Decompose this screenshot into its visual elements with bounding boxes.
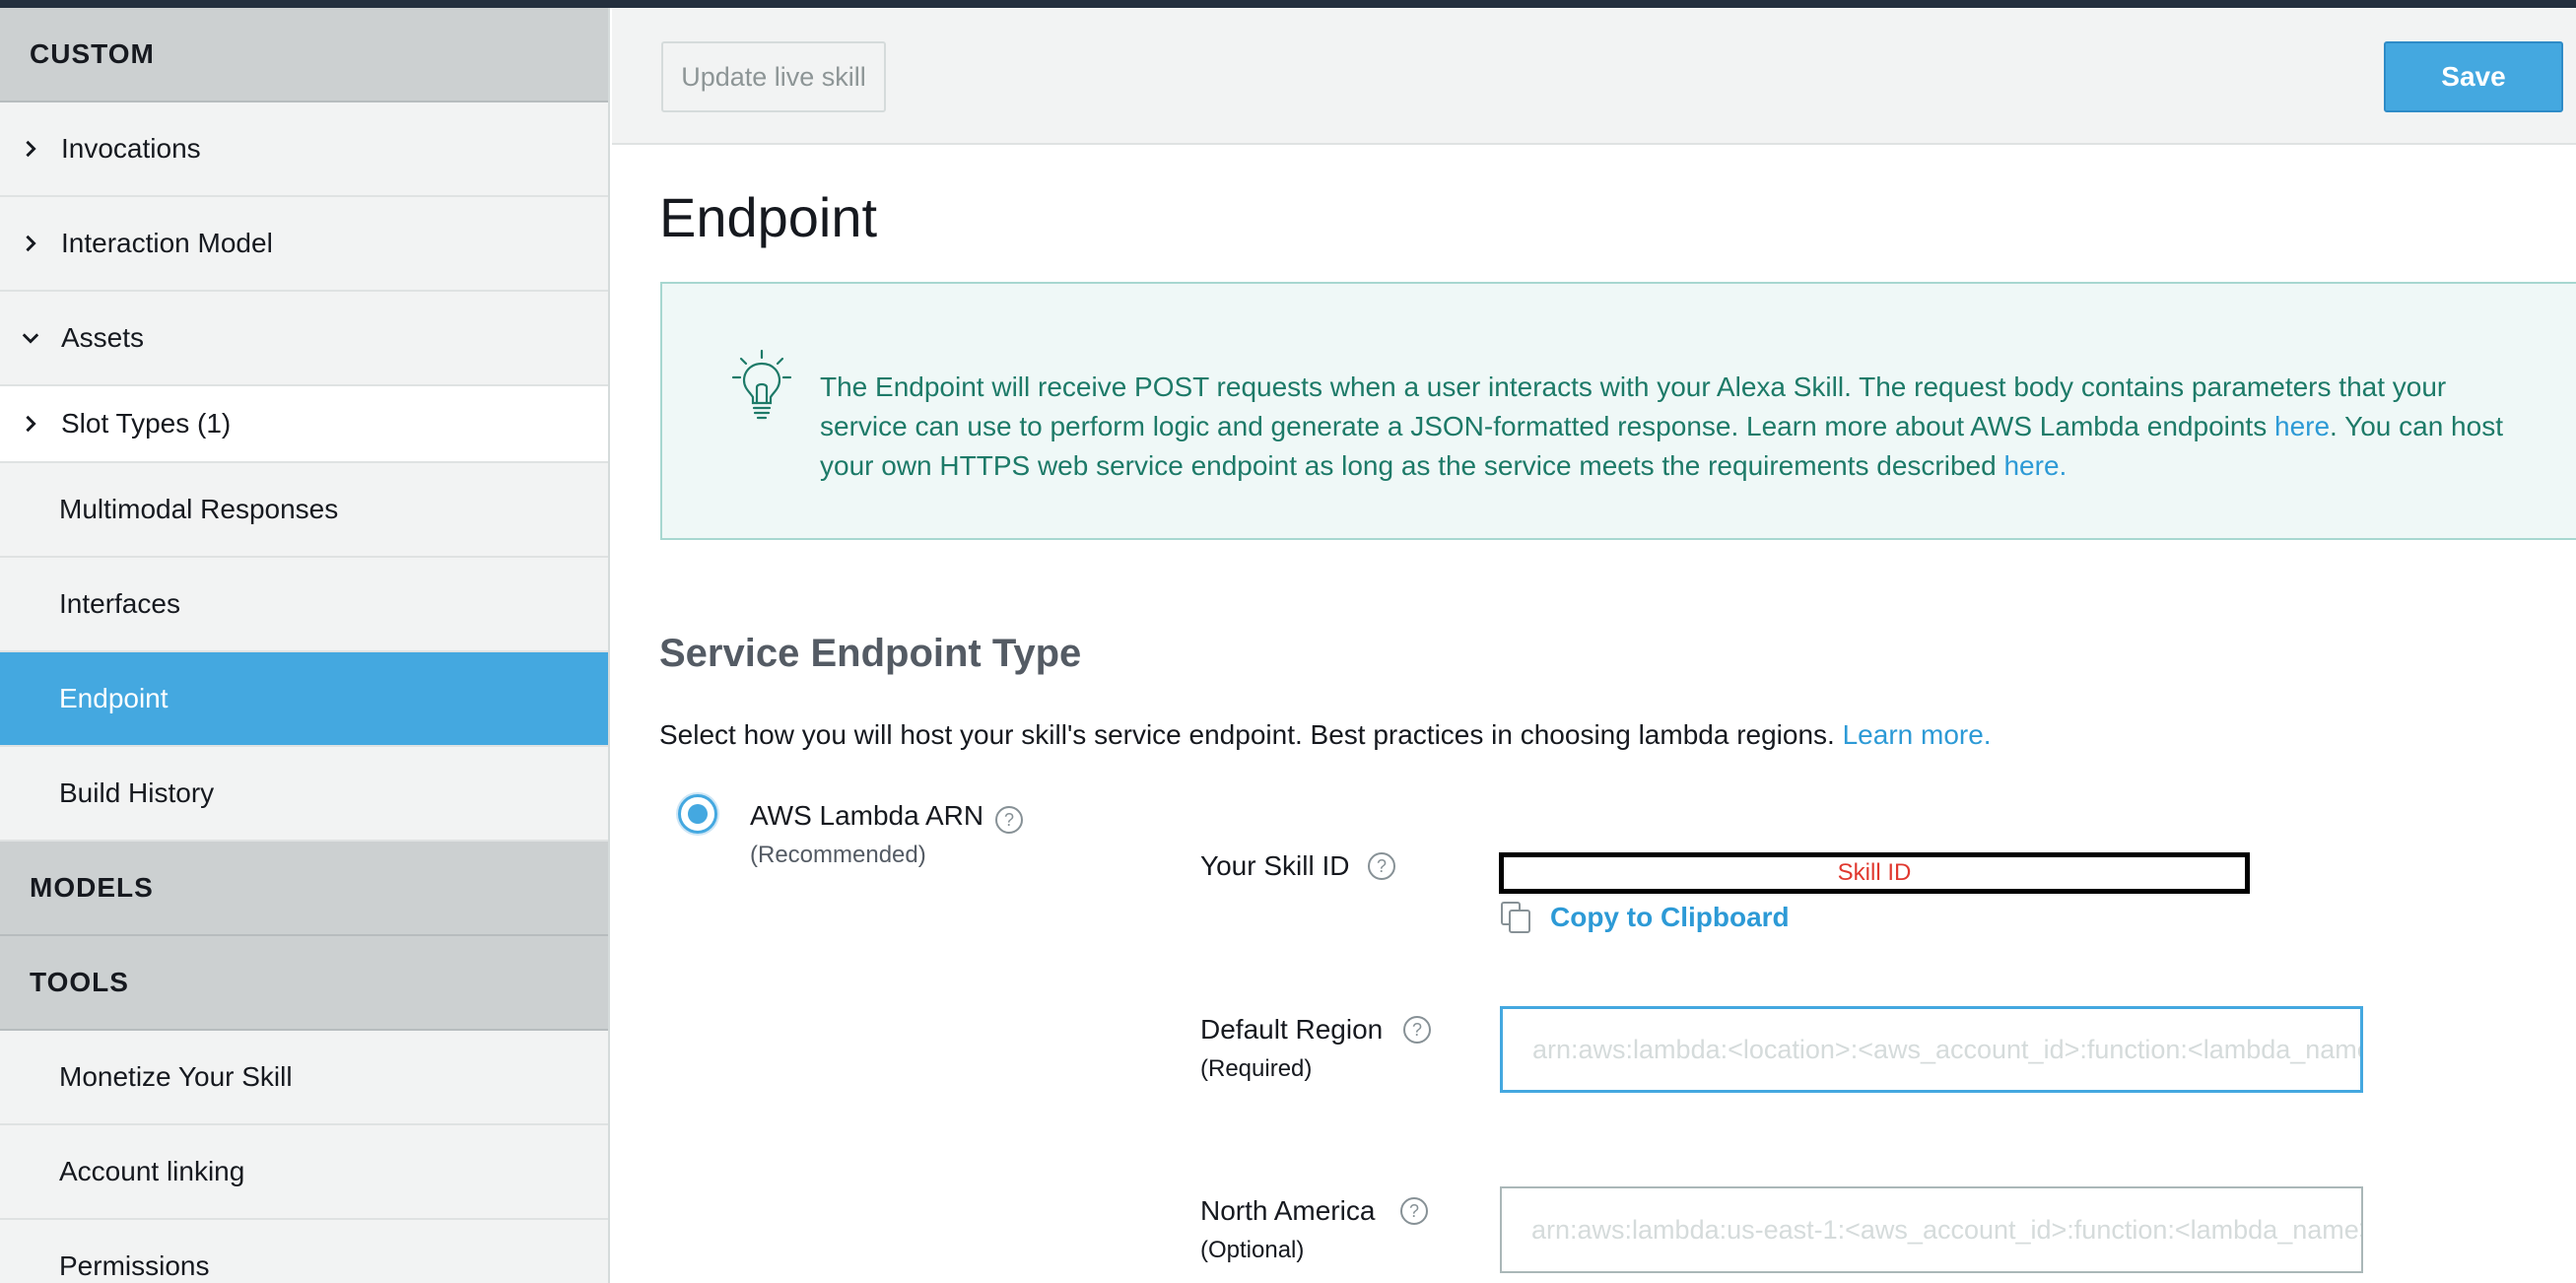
north-america-input[interactable]: arn:aws:lambda:us-east-1:<aws_account_id… [1500,1186,2363,1273]
default-region-required: (Required) [1200,1055,1313,1082]
copy-label: Copy to Clipboard [1550,902,1790,932]
sidebar-section-label: TOOLS [30,967,129,997]
sidebar-item-label: Endpoint [59,683,169,713]
sidebar-item-assets[interactable]: Assets [0,292,608,386]
update-live-skill-button[interactable]: Update live skill [661,41,886,112]
top-border [0,0,2576,8]
sidebar-item-label: Assets [61,322,145,353]
default-region-input[interactable]: arn:aws:lambda:<location>:<aws_account_i… [1500,1006,2363,1093]
sidebar-item-label: Build History [59,777,215,808]
chevron-right-icon [0,140,61,158]
sidebar-item-label: Interfaces [59,588,180,619]
info-text-part: The Endpoint will receive POST requests … [820,371,2447,441]
help-icon[interactable]: ? [1400,1197,1428,1225]
skill-id-field[interactable]: Skill ID [1499,852,2250,894]
learn-more-link[interactable]: Learn more. [1843,719,1992,750]
sidebar-item-slot-types[interactable]: Slot Types (1) [0,386,608,463]
help-icon[interactable]: ? [1403,1016,1431,1044]
help-icon[interactable]: ? [995,806,1023,834]
copy-to-clipboard-button[interactable]: Copy to Clipboard [1499,900,1790,935]
north-america-label: North America [1200,1195,1376,1226]
default-region-label: Default Region [1200,1014,1384,1045]
radio-sublabel: (Recommended) [750,842,926,868]
page-title: Endpoint [659,186,878,248]
info-text: The Endpoint will receive POST requests … [820,368,2515,486]
lightbulb-icon [731,349,792,420]
radio-selected-dot [688,804,708,824]
sidebar-item-permissions[interactable]: Permissions [0,1220,608,1283]
aws-lambda-radio[interactable] [678,794,717,834]
sidebar: CUSTOM Invocations Interaction Model Ass… [0,8,610,1283]
sidebar-item-label: Multimodal Responses [59,494,339,524]
sidebar-item-multimodal-responses[interactable]: Multimodal Responses [0,463,608,558]
toolbar: Update live skill Save [612,8,2576,145]
sidebar-section-custom: CUSTOM [0,8,608,102]
chevron-right-icon [0,235,61,252]
sidebar-item-build-history[interactable]: Build History [0,747,608,842]
help-icon[interactable]: ? [1368,852,1395,880]
info-box: The Endpoint will receive POST requests … [660,282,2576,540]
radio-label: AWS Lambda ARN [750,800,984,831]
sidebar-item-account-linking[interactable]: Account linking [0,1125,608,1220]
sidebar-section-models[interactable]: MODELS [0,842,608,936]
https-requirements-link[interactable]: here. [2003,450,2067,481]
north-america-optional: (Optional) [1200,1237,1305,1263]
sidebar-item-monetize[interactable]: Monetize Your Skill [0,1031,608,1125]
sidebar-item-endpoint[interactable]: Endpoint [0,652,608,747]
sidebar-section-tools[interactable]: TOOLS [0,936,608,1031]
sidebar-item-label: Invocations [61,133,201,164]
save-button[interactable]: Save [2384,41,2563,112]
chevron-down-icon [0,329,61,347]
description-text: Select how you will host your skill's se… [659,719,1843,750]
copy-icon [1501,902,1530,933]
sidebar-item-interfaces[interactable]: Interfaces [0,558,608,652]
main-content: Update live skill Save Endpoint The Endp… [612,8,2576,1283]
sidebar-item-label: Interaction Model [61,228,273,258]
sidebar-section-label: MODELS [30,872,154,903]
skill-id-label: Your Skill ID [1200,850,1350,881]
sidebar-item-invocations[interactable]: Invocations [0,102,608,197]
section-title: Service Endpoint Type [659,632,1082,675]
sidebar-item-label: Account linking [59,1156,245,1186]
sidebar-item-label: Permissions [59,1250,210,1281]
sidebar-item-interaction-model[interactable]: Interaction Model [0,197,608,292]
sidebar-item-label: Monetize Your Skill [59,1061,293,1092]
section-description: Select how you will host your skill's se… [659,719,1992,751]
chevron-right-icon [0,415,61,433]
lambda-endpoints-link[interactable]: here [2274,411,2330,441]
sidebar-section-label: CUSTOM [30,38,155,69]
sidebar-item-label: Slot Types (1) [61,408,232,439]
